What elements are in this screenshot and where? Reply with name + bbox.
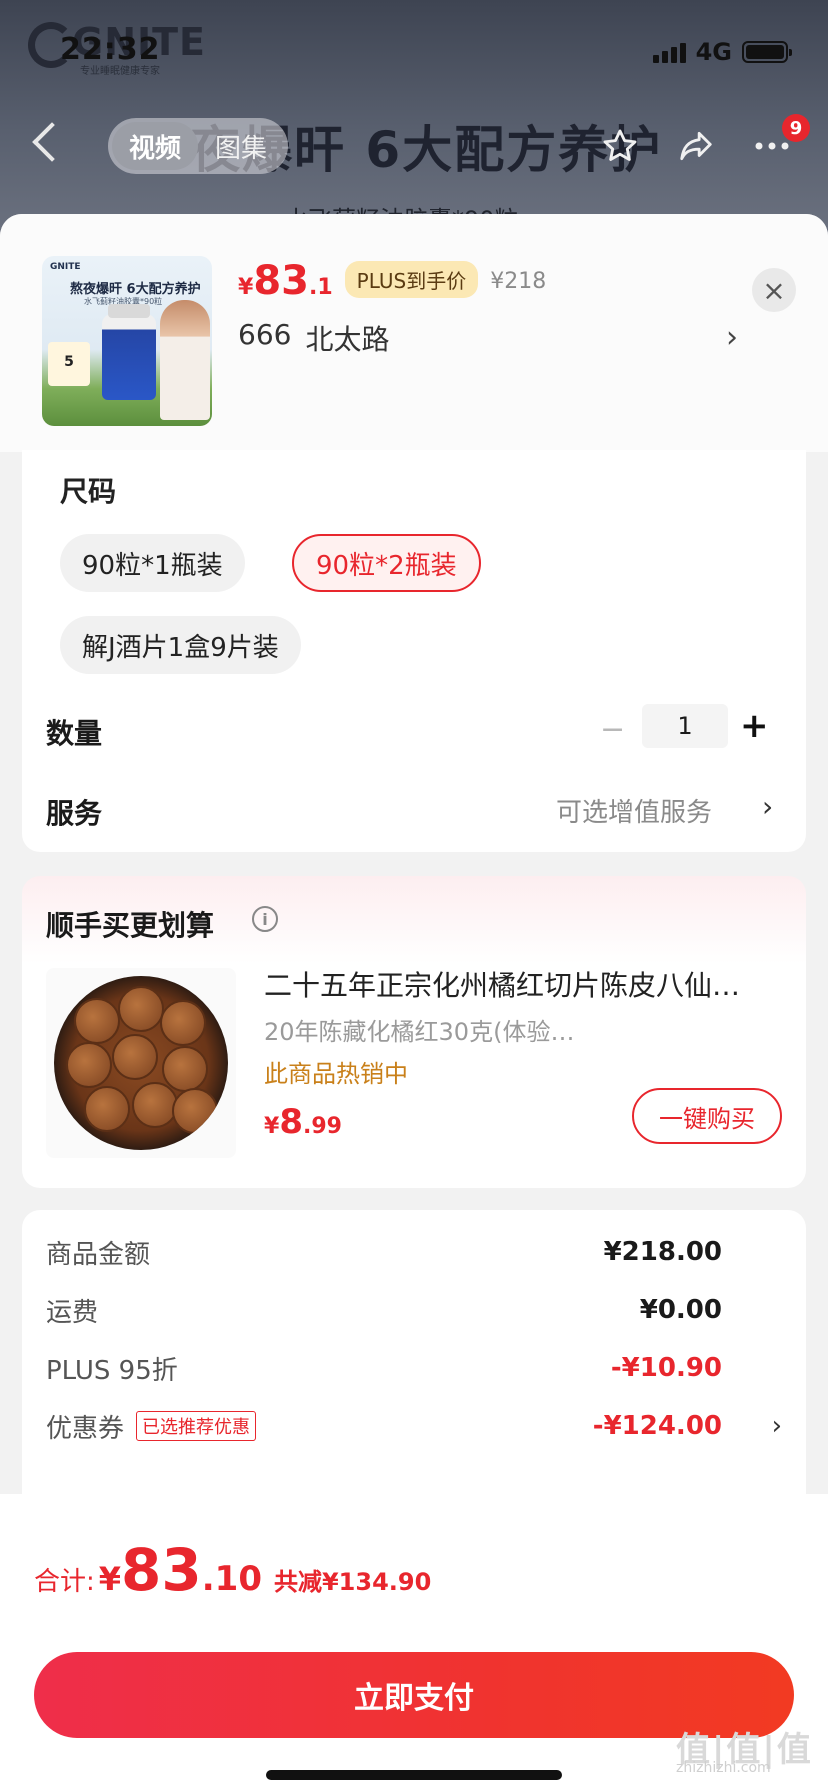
status-time: 22:32 (60, 32, 161, 67)
sheet-header: GNITE 熬夜爆旰 6大配方养护 水飞蓟籽油胶囊*90粒 5 ¥83.1 PL… (0, 214, 828, 452)
network-label: 4G (695, 38, 732, 66)
total-amount: 合计: ¥ 83 .10 共减¥134.90 (34, 1536, 432, 1604)
summary-row-goods: 商品金额 ¥218.00 (46, 1237, 722, 1270)
thumbnail-promo-tag: 5 (48, 342, 90, 386)
summary-row-shipping: 运费 ¥0.00 (46, 1295, 722, 1328)
original-price: ¥218 (490, 269, 547, 294)
checkout-footer: 合计: ¥ 83 .10 共减¥134.90 立即支付 值|值|值 zhizhi… (0, 1494, 828, 1792)
coupon-tag: 已选推荐优惠 (136, 1411, 257, 1441)
address-chevron-icon[interactable]: › (726, 320, 738, 355)
status-indicators: 4G (652, 38, 792, 66)
tab-video[interactable]: 视频 (112, 122, 198, 170)
price-summary-card: 商品金额 ¥218.00 运费 ¥0.00 PLUS 95折 -¥10.90 优… (22, 1210, 806, 1510)
upsell-bowl-image (54, 976, 228, 1150)
coupon-chevron-icon[interactable]: › (772, 1411, 782, 1441)
back-icon[interactable] (32, 122, 72, 162)
upsell-product-name[interactable]: 二十五年正宗化州橘红切片陈皮八仙… (264, 964, 784, 1004)
summary-row-plus-discount: PLUS 95折 -¥10.90 (46, 1353, 722, 1386)
favorite-star-icon[interactable] (598, 124, 642, 168)
purchase-sheet: GNITE 熬夜爆旰 6大配方养护 水飞蓟籽油胶囊*90粒 5 ¥83.1 PL… (0, 214, 828, 1792)
price-row: ¥83.1 PLUS到手价 ¥218 (238, 258, 546, 304)
product-page-background: GNITE 专业睡眠健康专家 22:32 4G 夜爆旰 6大配方养护 水飞蓟籽油… (0, 0, 828, 240)
spec-option-3[interactable]: 解J酒片1盒9片装 (60, 616, 301, 674)
summary-row-coupon[interactable]: 优惠券 已选推荐优惠 -¥124.00 › (46, 1406, 782, 1446)
upsell-product-desc: 20年陈藏化橘红30克(体验… (264, 1018, 575, 1046)
thumbnail-model (160, 300, 210, 420)
quantity-value[interactable]: 1 (642, 704, 728, 748)
upsell-title: 顺手买更划算 (46, 909, 215, 942)
service-chevron-icon[interactable]: › (762, 790, 773, 823)
signal-icon (652, 41, 686, 63)
one-click-buy-button[interactable]: 一键购买 (632, 1088, 782, 1144)
address-code: 666 (238, 318, 292, 351)
notification-badge: 9 (782, 114, 810, 142)
address-name: 北太路 (305, 323, 390, 356)
plus-price-badge: PLUS到手价 (344, 261, 479, 298)
quantity-plus-button[interactable]: + (740, 706, 769, 746)
close-button[interactable]: × (752, 268, 796, 312)
thumbnail-bottle (102, 304, 156, 400)
close-icon: × (762, 273, 786, 307)
service-value[interactable]: 可选增值服务 (556, 792, 712, 829)
quantity-label: 数量 (46, 717, 103, 750)
thumbnail-logo: GNITE (50, 262, 81, 272)
thumbnail-title: 熬夜爆旰 6大配方养护 (70, 282, 201, 297)
info-icon[interactable]: i (252, 906, 278, 932)
tab-gallery[interactable]: 图集 (198, 122, 284, 170)
spec-option-2-selected[interactable]: 90粒*2瓶装 (292, 534, 481, 592)
quantity-minus-button[interactable]: − (600, 712, 625, 747)
media-tabs: 视频 图集 (108, 118, 288, 174)
home-indicator[interactable] (266, 1770, 562, 1780)
options-card: 尺码 90粒*1瓶装 90粒*2瓶装 解J酒片1盒9片装 数量 − 1 + 服务… (22, 450, 806, 852)
watermark-url: zhizhizhi.com (676, 1760, 771, 1776)
service-label: 服务 (46, 797, 103, 830)
delivery-address[interactable]: 666 北太路 (238, 318, 389, 358)
product-thumbnail[interactable]: GNITE 熬夜爆旰 6大配方养护 水飞蓟籽油胶囊*90粒 5 (42, 256, 212, 426)
total-discount: 共减¥134.90 (273, 1568, 432, 1596)
product-price: ¥83.1 (238, 258, 333, 304)
upsell-card: 顺手买更划算 i 二十五年正宗化州橘红切片陈皮八仙… 20年陈藏化橘红30克(体… (22, 876, 806, 1188)
battery-icon (742, 41, 792, 63)
upsell-price: ¥8.99 (264, 1102, 342, 1142)
spec-label: 尺码 (60, 475, 117, 508)
share-icon[interactable] (674, 124, 718, 168)
spec-option-1[interactable]: 90粒*1瓶装 (60, 534, 245, 592)
upsell-hot-label: 此商品热销中 (264, 1060, 408, 1088)
upsell-product-image[interactable] (46, 968, 236, 1158)
